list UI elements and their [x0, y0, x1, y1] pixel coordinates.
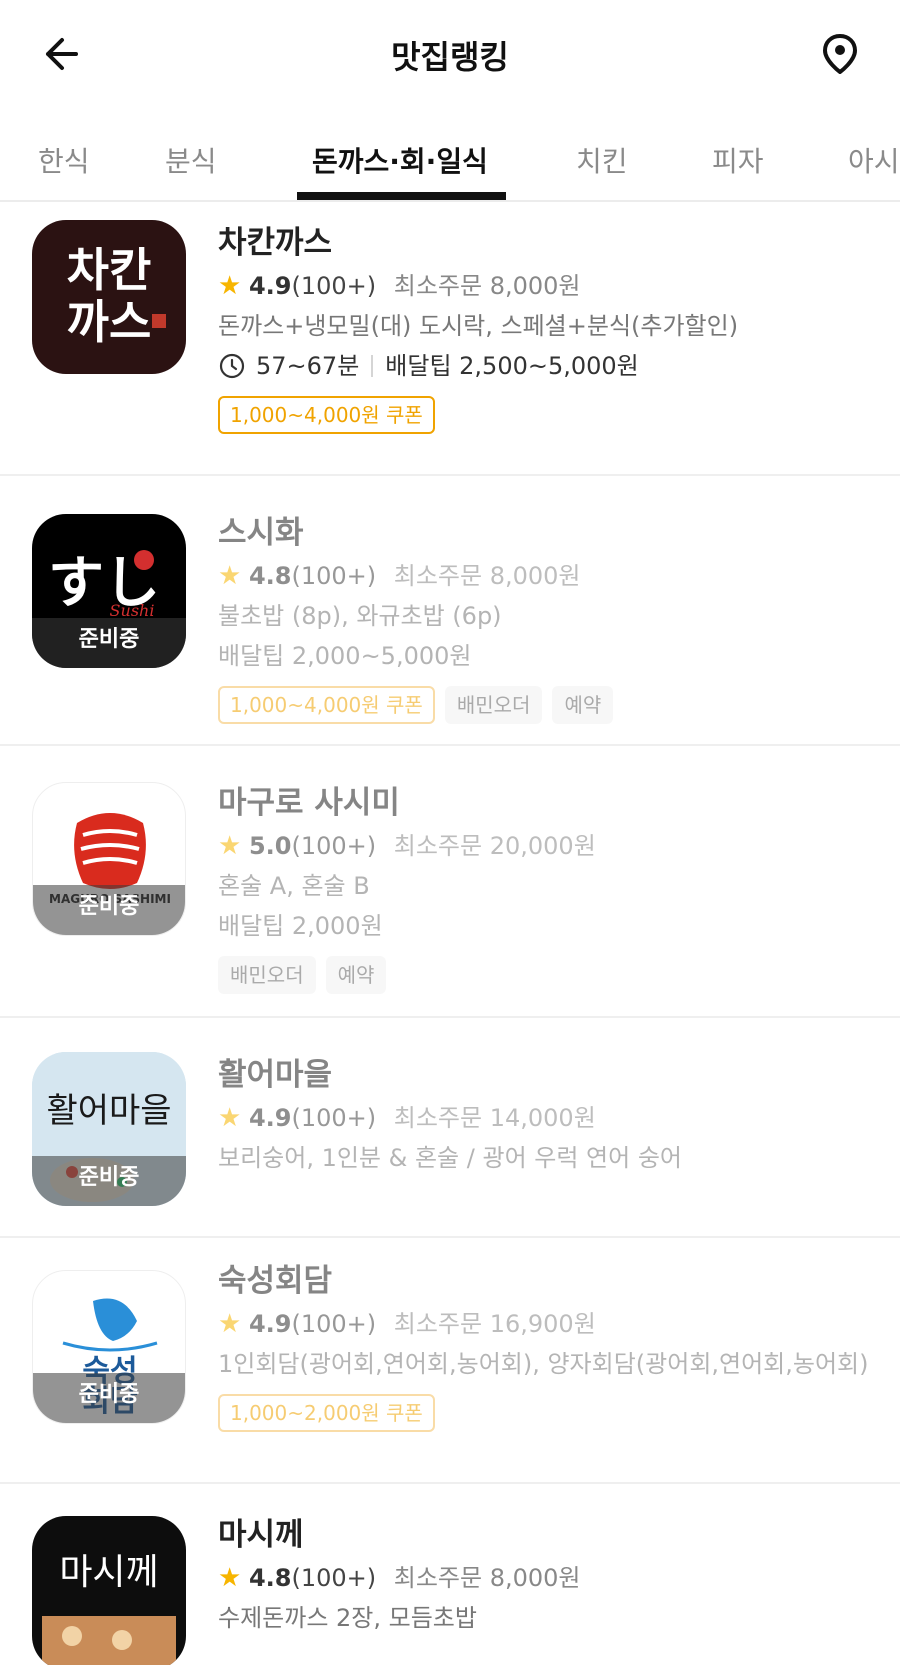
baemin-order-chip: 배민오더 [444, 686, 543, 724]
active-tab-indicator [297, 192, 506, 200]
restaurant-item[interactable]: 숙성 회담 준비중 숙성회담 ★ 4.9(100+) 최소주문 16,900원 … [0, 1238, 900, 1484]
svg-text:차칸: 차칸 [67, 243, 152, 297]
restaurant-item[interactable]: 활어마을 준비중 활어마을 ★ 4.9(100+) 최소주문 14,000원 보… [0, 1018, 900, 1238]
restaurant-item[interactable]: MAGURO SASHIMI 준비중 마구로 사시미 ★ 5.0(100+) 최… [0, 746, 900, 1018]
preparing-badge: 준비중 [33, 885, 185, 935]
restaurant-info: 활어마을 ★ 4.9(100+) 최소주문 14,000원 보리숭어, 1인분 … [218, 1054, 682, 1178]
menu-summary: 수제돈까스 2장, 모듬초밥 [218, 1604, 477, 1632]
restaurant-info: 마시께 ★ 4.8(100+) 최소주문 8,000원 수제돈까스 2장, 모듬… [218, 1514, 581, 1638]
restaurant-item[interactable]: 차칸 까스 차칸까스 ★ 4.9(100+) 최소주문 8,000원 돈까스+냉… [0, 204, 900, 476]
preparing-badge: 준비중 [32, 1156, 186, 1206]
restaurant-name: 차칸까스 [218, 225, 333, 261]
restaurant-item[interactable]: すし Sushi 준비중 스시화 ★ 4.8(100+) 최소주문 8,000원… [0, 476, 900, 746]
tab-bunsik[interactable]: 분식 [165, 140, 217, 180]
reservation-chip: 예약 [325, 956, 387, 994]
menu-summary: 1인회담(광어회,연어회,농어회), 양자회담(광어회,연어회,농어회) [218, 1350, 869, 1378]
review-count: (100+) [291, 832, 377, 860]
preparing-badge: 준비중 [32, 618, 186, 668]
clock-icon [218, 352, 246, 380]
restaurant-name: 마시께 [218, 1517, 304, 1553]
delivery-tip: 배달팁 2,500~5,000원 [385, 352, 639, 380]
review-count: (100+) [291, 272, 377, 300]
menu-summary: 불초밥 (8p), 와규초밥 (6p) [218, 602, 502, 630]
tag-row: 1,000~4,000원 쿠폰 배민오더 예약 [218, 686, 614, 724]
tab-asian[interactable]: 아시 [848, 140, 900, 180]
restaurant-name: 스시화 [218, 515, 304, 551]
restaurant-name: 마구로 사시미 [218, 785, 400, 821]
min-order: 최소주문 8,000원 [393, 1564, 581, 1592]
rating-score: 4.8 [248, 1564, 292, 1592]
min-order: 최소주문 20,000원 [393, 832, 596, 860]
restaurant-item[interactable]: 마시께 마시께 ★ 4.8(100+) 최소주문 8,000원 수제돈까스 2장… [0, 1484, 900, 1665]
star-icon: ★ [218, 561, 242, 591]
rating-row: ★ 4.8(100+) 최소주문 8,000원 [218, 556, 613, 596]
restaurant-name: 숙성회담 [218, 1263, 333, 1299]
review-count: (100+) [291, 1564, 377, 1592]
restaurant-info: 스시화 ★ 4.8(100+) 최소주문 8,000원 불초밥 (8p), 와규… [218, 512, 614, 724]
delivery-time: 57~67분 [256, 352, 360, 380]
min-order: 최소주문 14,000원 [393, 1104, 596, 1132]
rating-score: 4.9 [248, 272, 292, 300]
star-icon: ★ [218, 1563, 242, 1593]
svg-text:활어마을: 활어마을 [46, 1091, 171, 1131]
reservation-chip: 예약 [552, 686, 614, 724]
restaurant-info: 차칸까스 ★ 4.9(100+) 최소주문 8,000원 돈까스+냉모밀(대) … [218, 222, 738, 434]
tab-chicken[interactable]: 치킨 [576, 140, 628, 180]
review-count: (100+) [291, 1104, 377, 1132]
rating-score: 4.8 [248, 562, 292, 590]
coupon-badge[interactable]: 1,000~2,000원 쿠폰 [218, 1394, 435, 1432]
restaurant-logo: 숙성 회담 준비중 [32, 1270, 186, 1424]
svg-text:마시께: 마시께 [59, 1552, 158, 1593]
restaurant-logo: MAGURO SASHIMI 준비중 [32, 782, 186, 936]
rating-row: ★ 4.9(100+) 최소주문 14,000원 [218, 1098, 682, 1138]
preparing-badge: 준비중 [33, 1373, 185, 1423]
star-icon: ★ [218, 1309, 242, 1339]
tag-row: 1,000~4,000원 쿠폰 [218, 396, 738, 434]
menu-summary: 혼술 A, 혼술 B [218, 872, 370, 900]
tag-row: 1,000~2,000원 쿠폰 [218, 1394, 869, 1432]
delivery-info: 57~67분 배달팁 2,500~5,000원 [218, 346, 738, 386]
rating-score: 4.9 [248, 1310, 292, 1338]
page-title: 맛집랭킹 [391, 38, 509, 76]
review-count: (100+) [291, 562, 377, 590]
divider [371, 355, 374, 377]
star-icon: ★ [218, 271, 242, 301]
tab-pizza[interactable]: 피자 [712, 140, 764, 180]
delivery-tip: 배달팁 2,000~5,000원 [218, 642, 472, 670]
rating-score: 5.0 [248, 832, 292, 860]
restaurant-list: 차칸 까스 차칸까스 ★ 4.9(100+) 최소주문 8,000원 돈까스+냉… [0, 204, 900, 1665]
menu-summary: 보리숭어, 1인분 & 혼술 / 광어 우럭 연어 숭어 [218, 1144, 683, 1172]
svg-text:까스: 까스 [67, 295, 152, 349]
coupon-badge[interactable]: 1,000~4,000원 쿠폰 [218, 686, 435, 724]
restaurant-logo: 차칸 까스 [32, 220, 186, 374]
restaurant-info: 마구로 사시미 ★ 5.0(100+) 최소주문 20,000원 혼술 A, 혼… [218, 782, 596, 994]
tab-donkatsu-hoe-ilsik[interactable]: 돈까스·회·일식 [312, 140, 488, 180]
app-bar: 맛집랭킹 [0, 0, 900, 110]
restaurant-logo: すし Sushi 준비중 [32, 514, 186, 668]
category-tabs: 한식 분식 돈까스·회·일식 치킨 피자 아시 [0, 118, 900, 202]
star-icon: ★ [218, 1103, 242, 1133]
min-order: 최소주문 16,900원 [393, 1310, 596, 1338]
restaurant-info: 숙성회담 ★ 4.9(100+) 최소주문 16,900원 1인회담(광어회,연… [218, 1260, 869, 1432]
restaurant-logo: 마시께 [32, 1516, 186, 1665]
restaurant-logo: 활어마을 준비중 [32, 1052, 186, 1206]
rating-row: ★ 4.8(100+) 최소주문 8,000원 [218, 1558, 581, 1598]
menu-summary: 돈까스+냉모밀(대) 도시락, 스페셜+분식(추가할인) [218, 312, 739, 340]
delivery-tip: 배달팁 2,000원 [218, 912, 383, 940]
rating-row: ★ 4.9(100+) 최소주문 16,900원 [218, 1304, 869, 1344]
restaurant-name: 활어마을 [218, 1057, 333, 1093]
min-order: 최소주문 8,000원 [393, 272, 581, 300]
rating-row: ★ 5.0(100+) 최소주문 20,000원 [218, 826, 596, 866]
location-button[interactable] [816, 30, 864, 78]
star-icon: ★ [218, 831, 242, 861]
min-order: 최소주문 8,000원 [393, 562, 581, 590]
review-count: (100+) [291, 1310, 377, 1338]
coupon-badge[interactable]: 1,000~4,000원 쿠폰 [218, 396, 435, 434]
tag-row: 배민오더 예약 [218, 956, 596, 994]
baemin-order-chip: 배민오더 [218, 956, 316, 994]
map-pin-icon [823, 34, 857, 74]
rating-score: 4.9 [248, 1104, 292, 1132]
tab-korean[interactable]: 한식 [38, 140, 90, 180]
rating-row: ★ 4.9(100+) 최소주문 8,000원 [218, 266, 738, 306]
